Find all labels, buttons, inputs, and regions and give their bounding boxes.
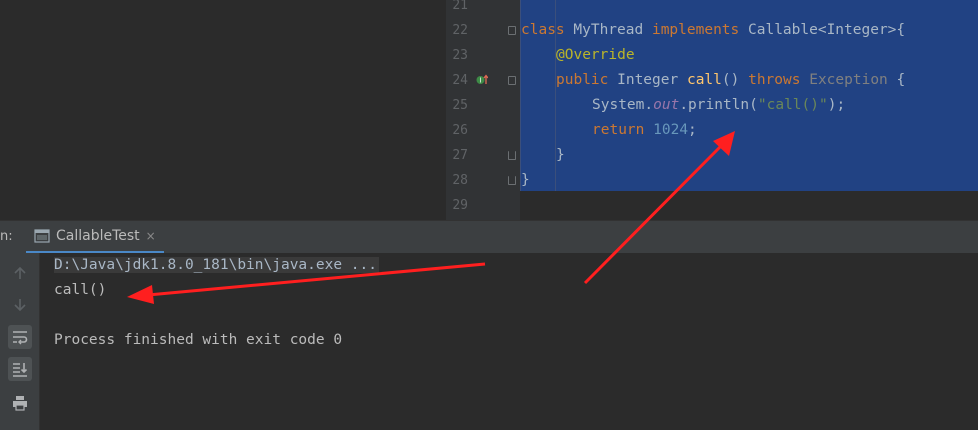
type-token: Callable<Integer>{	[739, 22, 906, 38]
exit-message: Process finished with exit code 0	[54, 332, 343, 348]
code-text: System.out.println("call()");	[592, 93, 845, 118]
console-output[interactable]: D:\Java\jdk1.8.0_181\bin\java.exe ... ca…	[40, 253, 978, 430]
command-text[interactable]: D:\Java\jdk1.8.0_181\bin\java.exe ...	[54, 257, 380, 273]
svg-text:I: I	[479, 77, 481, 85]
program-output: call()	[54, 282, 107, 298]
keyword-token: class	[521, 22, 565, 38]
code-line-21: 21	[446, 0, 978, 18]
tab-label: CallableTest	[56, 228, 140, 244]
soft-wrap-button[interactable]	[8, 325, 32, 349]
code-text: }	[521, 168, 530, 193]
arrow-up-icon	[14, 266, 26, 279]
keyword-token: throws	[748, 72, 801, 88]
line-number: 23	[452, 48, 468, 63]
code-text: @Override	[556, 43, 635, 68]
code-text: public Integer call() throws Exception {	[556, 68, 905, 93]
implements-method-icon[interactable]: I	[476, 74, 488, 86]
number-token: 1024	[653, 122, 689, 138]
fold-marker-icon[interactable]	[508, 151, 516, 160]
code-line-24: 24 I public Integer call() throws Except…	[446, 68, 978, 93]
exception-token: Exception	[809, 72, 888, 88]
fold-marker-icon[interactable]	[508, 176, 516, 185]
code-text: class MyThread implements Callable<Integ…	[521, 18, 905, 43]
line-number: 26	[452, 123, 468, 138]
soft-wrap-icon	[13, 331, 28, 345]
code-line-26: 26 return 1024;	[446, 118, 978, 143]
console-icon	[34, 229, 50, 243]
code-line-22: 22 class MyThread implements Callable<In…	[446, 18, 978, 43]
string-token: "call()"	[757, 97, 828, 113]
type-token: Integer	[608, 72, 687, 88]
line-number: 21	[452, 0, 468, 13]
line-number: 25	[452, 98, 468, 113]
line-number: 27	[452, 148, 468, 163]
up-button[interactable]	[8, 261, 32, 285]
punct-token: );	[827, 97, 846, 113]
print-icon	[13, 396, 27, 411]
console-toolbar	[0, 253, 40, 430]
object-token: System.	[592, 97, 654, 113]
class-name-token: MyThread	[564, 22, 652, 38]
scroll-to-end-button[interactable]	[8, 357, 32, 381]
line-number: 29	[452, 198, 468, 213]
punct-token: ()	[721, 72, 749, 88]
scroll-to-end-icon	[13, 363, 28, 377]
command-line: D:\Java\jdk1.8.0_181\bin\java.exe ...	[54, 257, 380, 273]
annotation-token: @Override	[556, 47, 635, 63]
code-editor[interactable]: 21 22 class MyThread implements Callable…	[446, 0, 978, 220]
line-number: 24	[452, 73, 468, 88]
keyword-token: return	[592, 122, 645, 138]
punct-token: }	[556, 147, 565, 163]
static-field-token: out	[653, 97, 680, 113]
keyword-token: public	[556, 72, 609, 88]
left-editor-area	[0, 0, 446, 220]
punct-token: ;	[688, 122, 697, 138]
arrow-down-icon	[14, 299, 26, 312]
code-line-28: 28 }	[446, 168, 978, 193]
close-icon[interactable]: ×	[146, 229, 156, 243]
down-button[interactable]	[8, 293, 32, 317]
fold-marker-icon[interactable]	[508, 26, 516, 35]
line-number: 28	[452, 173, 468, 188]
code-text: return 1024;	[592, 118, 697, 143]
punct-token: {	[887, 72, 906, 88]
code-line-25: 25 System.out.println("call()");	[446, 93, 978, 118]
code-line-29: 29	[446, 193, 978, 218]
punct-token: }	[521, 172, 530, 188]
line-number: 22	[452, 23, 468, 38]
run-tool-window-header: n: CallableTest ×	[0, 220, 978, 254]
fold-marker-icon[interactable]	[508, 76, 516, 85]
run-panel-label: n:	[0, 229, 13, 244]
tab-callabletest[interactable]: CallableTest ×	[26, 221, 164, 254]
method-call-token: .println(	[679, 97, 758, 113]
print-button[interactable]	[8, 391, 32, 415]
code-line-23: 23 @Override	[446, 43, 978, 68]
keyword-token: implements	[651, 22, 740, 38]
method-name-token: call	[686, 72, 722, 88]
code-text: }	[556, 143, 565, 168]
code-line-27: 27 }	[446, 143, 978, 168]
